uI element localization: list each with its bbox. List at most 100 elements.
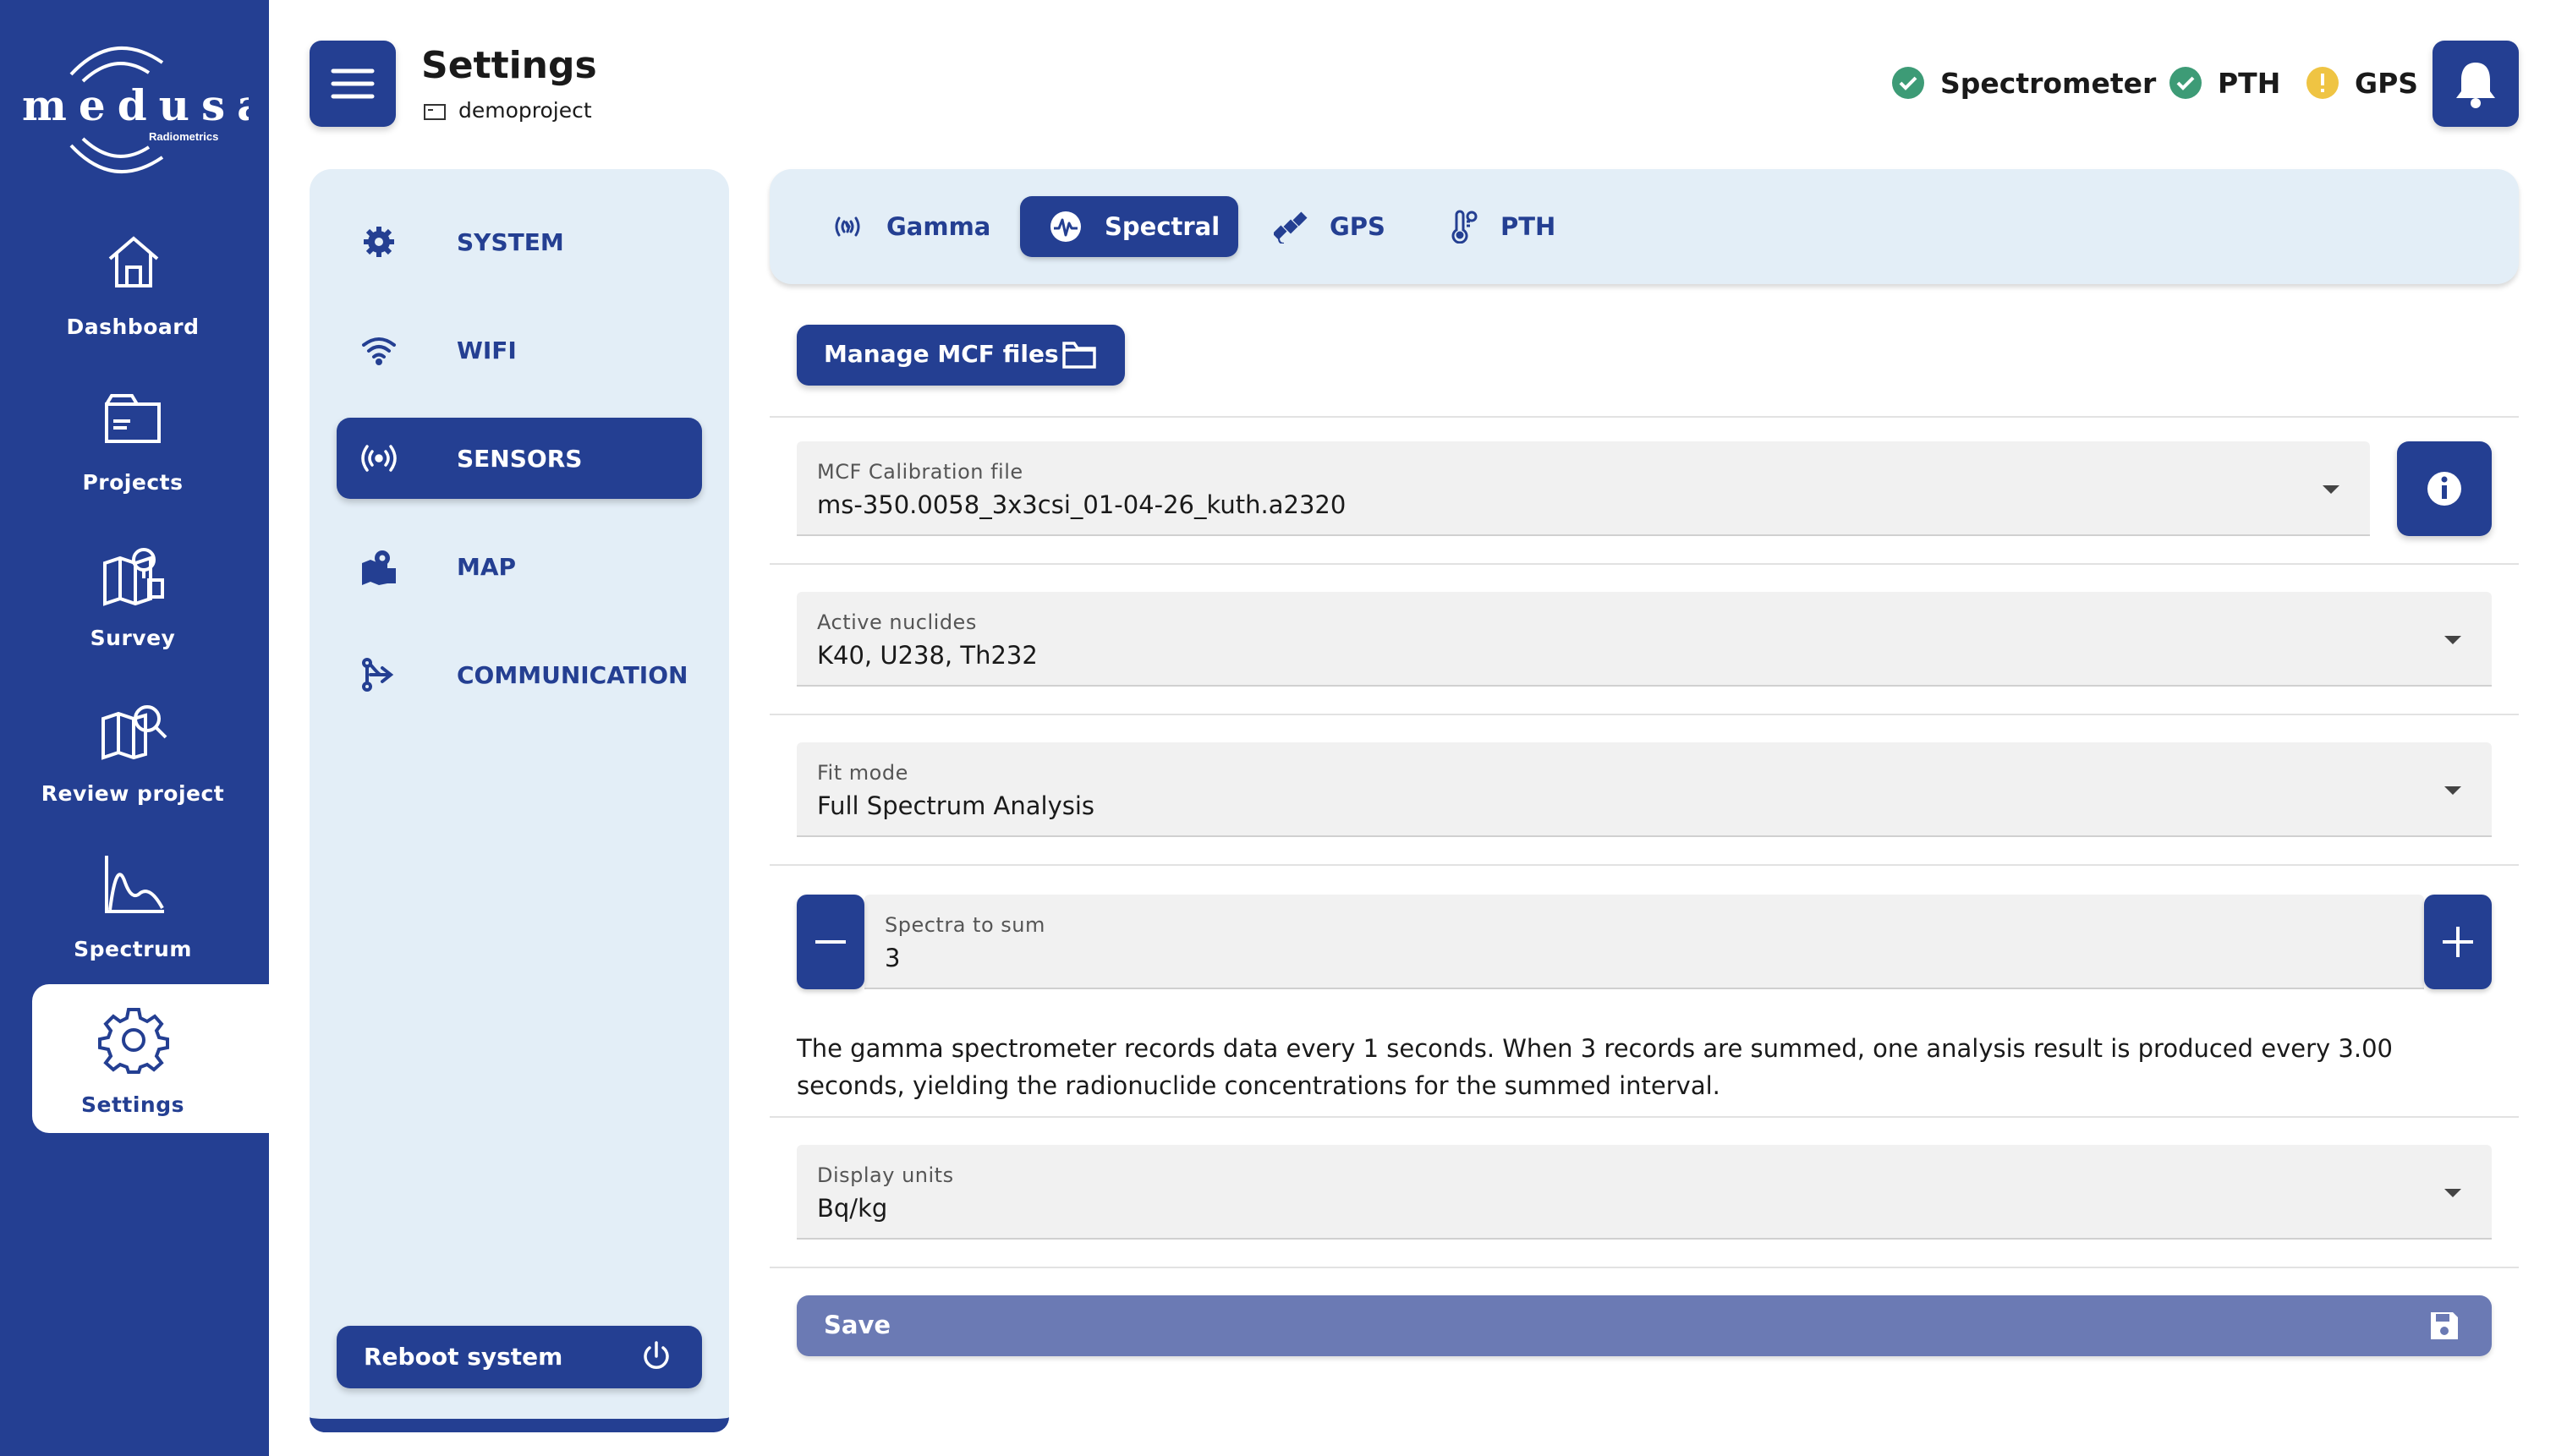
notifications-button[interactable] (2433, 41, 2519, 127)
check-circle-icon (2169, 67, 2202, 99)
field-label: Fit mode (817, 761, 908, 785)
nav-label: Dashboard (66, 315, 200, 339)
folder-icon (105, 394, 161, 443)
nav-survey[interactable]: Survey (32, 517, 269, 666)
settings-nav-map[interactable]: MAP (337, 526, 702, 607)
reboot-label: Reboot system (364, 1343, 563, 1371)
nav-label: Spectrum (74, 937, 192, 961)
settings-nav-label: SENSORS (457, 444, 583, 473)
field-value: K40, U238, Th232 (817, 641, 1038, 670)
tab-pth[interactable]: PTH (1445, 196, 1555, 257)
brand-text: medusa (22, 80, 249, 130)
caret-down-icon (2323, 485, 2339, 494)
mcf-calibration-select[interactable]: MCF Calibration file ms-350.0058_3x3csi_… (797, 441, 2370, 536)
wifi-icon (362, 337, 396, 365)
caret-down-icon (2444, 786, 2461, 795)
settings-nav-wifi[interactable]: WIFI (337, 309, 702, 391)
tab-spectral[interactable]: Spectral (1020, 196, 1238, 257)
field-label: Active nuclides (817, 610, 977, 634)
app-nav-rail: medusa Radiometrics Dashboard Projects S… (0, 0, 269, 1456)
nav-label: Projects (82, 470, 184, 495)
reboot-system-button[interactable]: Reboot system (337, 1326, 702, 1388)
nav-label: Settings (80, 1092, 184, 1117)
power-icon (644, 1341, 669, 1369)
sensor-tabs: Gamma Spectral GPS PTH (770, 169, 2519, 284)
gear-icon (98, 1008, 169, 1074)
field-value: Full Spectrum Analysis (817, 791, 1095, 820)
mcf-info-button[interactable] (2397, 441, 2492, 536)
divider (770, 416, 2519, 418)
tab-label: Gamma (886, 212, 991, 241)
active-nuclides-select[interactable]: Active nuclides K40, U238, Th232 (797, 592, 2492, 687)
decrement-button[interactable] (797, 895, 864, 989)
divider (770, 563, 2519, 565)
nav-settings[interactable]: Settings (32, 984, 269, 1133)
gamma-icon (835, 216, 860, 237)
bell-icon (2456, 63, 2495, 108)
divider (770, 714, 2519, 715)
settings-nav-communication[interactable]: COMMUNICATION (337, 634, 702, 715)
menu-button[interactable] (310, 41, 396, 127)
status-label: GPS (2355, 66, 2419, 100)
field-label: Spectra to sum (885, 913, 1045, 937)
settings-nav-system[interactable]: SYSTEM (337, 201, 702, 282)
spectrum-icon (105, 856, 164, 913)
spectral-icon (1050, 211, 1081, 242)
communication-icon (362, 658, 394, 692)
medusa-logo: medusa Radiometrics (22, 46, 249, 174)
gear-icon (364, 227, 394, 257)
manage-mcf-files-button[interactable]: Manage MCF files (797, 325, 1125, 386)
manage-mcf-label: Manage MCF files (824, 340, 1059, 368)
home-icon (108, 236, 159, 287)
project-folder-icon (424, 103, 446, 120)
display-units-select[interactable]: Display units Bq/kg (797, 1145, 2492, 1240)
caret-down-icon (2444, 1189, 2461, 1197)
nav-label: Review project (41, 781, 225, 806)
nav-projects[interactable]: Projects (32, 362, 269, 511)
brand-subtext: Radiometrics (149, 130, 218, 143)
field-value: Bq/kg (817, 1194, 888, 1223)
status-label: Spectrometer (1940, 66, 2157, 100)
info-icon (2427, 472, 2461, 506)
map-icon (362, 550, 396, 585)
divider (770, 1267, 2519, 1268)
floppy-disk-icon (2431, 1312, 2458, 1339)
nav-review-project[interactable]: Review project (32, 673, 269, 822)
tab-gamma[interactable]: Gamma (829, 196, 992, 257)
settings-nav-label: COMMUNICATION (457, 660, 688, 689)
folder-icon (1062, 342, 1096, 369)
thermometer-icon (1451, 210, 1478, 244)
status-gps: GPS (2306, 66, 2418, 100)
tab-label: PTH (1500, 212, 1556, 241)
plus-icon (2443, 927, 2473, 957)
survey-map-icon (103, 548, 164, 606)
project-name: demoproject (458, 98, 592, 123)
nav-dashboard[interactable]: Dashboard (32, 206, 269, 355)
review-map-icon (101, 705, 167, 760)
tab-gps[interactable]: GPS (1274, 196, 1385, 257)
spectra-sum-description: The gamma spectrometer records data ever… (797, 1034, 2393, 1100)
settings-nav-sensors[interactable]: SENSORS (337, 418, 702, 499)
sensor-icon (361, 445, 397, 472)
field-value: ms-350.0058_3x3csi_01-04-26_kuth.a2320 (817, 490, 1347, 519)
divider (770, 864, 2519, 866)
increment-button[interactable] (2424, 895, 2492, 989)
save-label: Save (824, 1311, 891, 1339)
satellite-icon (1274, 211, 1308, 244)
caret-down-icon (2444, 636, 2461, 644)
nav-spectrum[interactable]: Spectrum (32, 829, 269, 977)
settings-nav-label: WIFI (457, 336, 517, 364)
warning-circle-icon (2306, 67, 2339, 99)
divider (770, 1116, 2519, 1118)
settings-nav-label: MAP (457, 552, 517, 581)
nav-label: Survey (90, 626, 176, 650)
fit-mode-select[interactable]: Fit mode Full Spectrum Analysis (797, 742, 2492, 837)
field-label: Display units (817, 1163, 954, 1187)
tab-label: GPS (1330, 212, 1385, 241)
tab-label: Spectral (1105, 212, 1220, 241)
save-button[interactable]: Save (797, 1295, 2492, 1356)
spectra-to-sum-field[interactable]: Spectra to sum 3 (864, 895, 2424, 989)
field-label: MCF Calibration file (817, 460, 1023, 484)
project-indicator: demoproject (423, 98, 592, 123)
hamburger-icon (331, 68, 375, 99)
